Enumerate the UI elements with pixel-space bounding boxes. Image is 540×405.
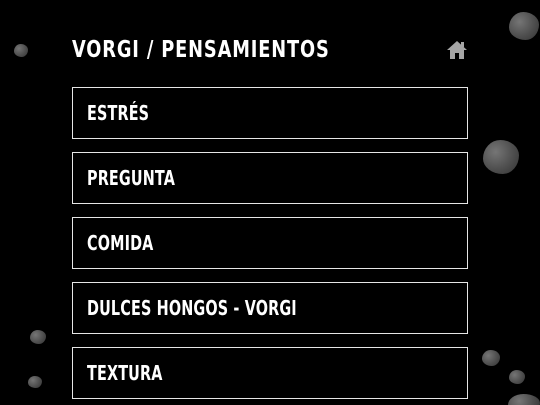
menu-item-label: TEXTURA (87, 361, 163, 385)
rock-decoration (28, 376, 42, 388)
menu-item-label: COMIDA (87, 231, 154, 255)
menu-item-comida[interactable]: COMIDA (72, 217, 468, 269)
menu-item-label: PREGUNTA (87, 166, 176, 190)
rock-decoration (14, 44, 28, 57)
menu-item-textura[interactable]: TEXTURA (72, 347, 468, 399)
page-header: VORGI / PENSAMIENTOS (72, 34, 468, 66)
menu-item-label: DULCES HONGOS - VORGI (87, 296, 297, 320)
menu-item-estres[interactable]: ESTRÉS (72, 87, 468, 139)
home-button[interactable] (446, 39, 468, 61)
rock-decoration (509, 370, 525, 384)
menu-item-label: ESTRÉS (87, 101, 150, 125)
rock-decoration (482, 350, 500, 366)
menu-item-pregunta[interactable]: PREGUNTA (72, 152, 468, 204)
thoughts-menu: ESTRÉS PREGUNTA COMIDA DULCES HONGOS - V… (72, 87, 468, 405)
rock-decoration (508, 394, 540, 405)
rock-decoration (483, 140, 519, 174)
menu-item-dulces-hongos[interactable]: DULCES HONGOS - VORGI (72, 282, 468, 334)
page-title: VORGI / PENSAMIENTOS (72, 37, 330, 63)
rock-decoration (30, 330, 46, 344)
rock-decoration (509, 12, 539, 40)
home-icon (447, 41, 467, 59)
